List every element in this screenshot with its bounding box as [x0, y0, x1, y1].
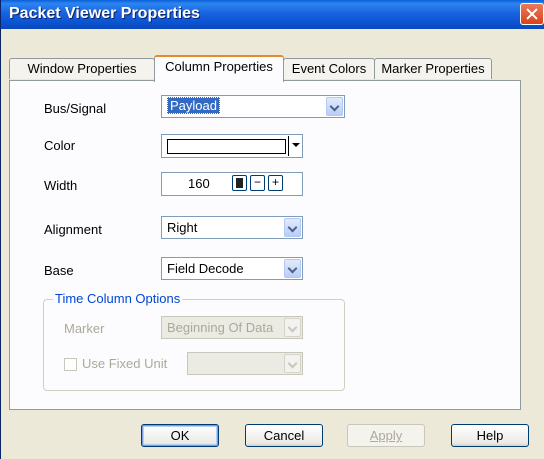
- color-divider: [288, 136, 289, 156]
- properties-dialog: Packet Viewer Properties Window Properti…: [0, 0, 544, 459]
- tab-column-properties[interactable]: Column Properties: [154, 55, 284, 82]
- marker-select[interactable]: Beginning Of Data: [161, 316, 303, 339]
- use-fixed-unit-label: Use Fixed Unit: [82, 356, 168, 371]
- bus-signal-label: Bus/Signal: [44, 101, 107, 116]
- decrement-button[interactable]: −: [250, 175, 265, 191]
- chevron-down-icon[interactable]: [326, 97, 343, 116]
- use-fixed-unit-checkbox[interactable]: [64, 358, 77, 371]
- tab-marker-properties[interactable]: Marker Properties: [374, 58, 492, 79]
- width-label: Width: [44, 178, 78, 193]
- ok-button[interactable]: OK: [141, 424, 219, 447]
- bus-signal-value: Payload: [167, 97, 220, 114]
- width-value: 160: [188, 176, 210, 191]
- marker-value: Beginning Of Data: [167, 320, 274, 335]
- calculator-icon[interactable]: [232, 175, 247, 191]
- time-column-options-group: [43, 299, 345, 391]
- color-swatch: [167, 139, 286, 154]
- alignment-select[interactable]: Right: [161, 216, 303, 239]
- chevron-down-icon[interactable]: [284, 318, 301, 337]
- color-picker[interactable]: [161, 134, 303, 158]
- cancel-button[interactable]: Cancel: [245, 424, 323, 447]
- base-value: Field Decode: [167, 261, 244, 276]
- marker-label: Marker: [64, 321, 105, 336]
- increment-button[interactable]: +: [268, 175, 283, 191]
- time-column-options-title: Time Column Options: [53, 291, 183, 306]
- chevron-down-icon[interactable]: [284, 354, 301, 373]
- bus-signal-select[interactable]: Payload: [161, 95, 345, 118]
- chevron-down-icon[interactable]: [284, 218, 301, 237]
- chevron-down-icon[interactable]: [284, 259, 301, 278]
- base-select[interactable]: Field Decode: [161, 257, 303, 280]
- fixed-unit-select[interactable]: [187, 352, 303, 375]
- caret-down-icon[interactable]: [292, 143, 300, 147]
- alignment-value: Right: [167, 220, 198, 235]
- title-bar[interactable]: Packet Viewer Properties: [1, 0, 544, 29]
- base-label: Base: [44, 263, 74, 278]
- tab-window-properties[interactable]: Window Properties: [9, 58, 155, 79]
- help-button[interactable]: Help: [451, 424, 529, 447]
- apply-button[interactable]: Apply: [347, 424, 425, 447]
- close-icon[interactable]: [520, 3, 544, 25]
- color-label: Color: [44, 138, 76, 153]
- alignment-label: Alignment: [44, 222, 102, 237]
- tab-event-colors[interactable]: Event Colors: [283, 58, 375, 79]
- window-title: Packet Viewer Properties: [9, 5, 200, 22]
